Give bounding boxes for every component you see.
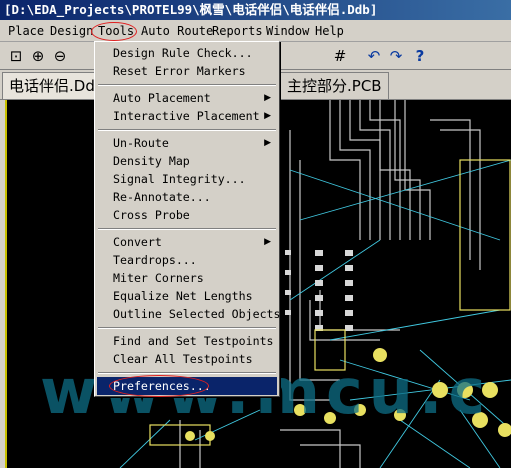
submenu-arrow-icon: ▶ [264, 93, 271, 103]
menu-item-label: Outline Selected Objects [113, 307, 281, 321]
menu-item-teardrops[interactable]: Teardrops... [97, 251, 277, 269]
menu-item-outline-selected-objects[interactable]: Outline Selected Objects [97, 305, 281, 323]
menu-item-label: Cross Probe [113, 208, 190, 222]
menu-item-density-map[interactable]: Density Map [97, 152, 277, 170]
menu-item-label: Un-Route [113, 136, 169, 150]
menu-separator [98, 84, 276, 86]
menu-place[interactable]: Place [8, 20, 44, 42]
menu-item-label: Interactive Placement [113, 109, 260, 123]
redo-icon[interactable]: ↷ [386, 46, 406, 66]
menu-item-label: Miter Corners [113, 271, 204, 285]
menu-reports[interactable]: Reports [212, 20, 263, 42]
menu-bar: Place Design Tools Auto Route Reports Wi… [0, 20, 511, 42]
menu-item-re-annotate[interactable]: Re-Annotate... [97, 188, 277, 206]
menu-item-interactive-placement[interactable]: Interactive Placement ▶ [97, 107, 277, 125]
menu-item-label: Density Map [113, 154, 190, 168]
menu-auto-route[interactable]: Auto Route [141, 20, 213, 42]
menu-separator [98, 228, 276, 230]
menu-item-reset-error-markers[interactable]: Reset Error Markers [97, 62, 277, 80]
menu-item-auto-placement[interactable]: Auto Placement ▶ [97, 89, 277, 107]
menu-separator [98, 129, 276, 131]
menu-item-signal-integrity[interactable]: Signal Integrity... [97, 170, 277, 188]
menu-item-cross-probe[interactable]: Cross Probe [97, 206, 277, 224]
tools-highlight-ellipse [91, 22, 137, 41]
grid-icon[interactable]: # [330, 46, 350, 66]
menu-help[interactable]: Help [315, 20, 344, 42]
menu-item-clear-all-testpoints[interactable]: Clear All Testpoints [97, 350, 277, 368]
pcb-ic-pins [285, 250, 353, 331]
menu-item-label: Design Rule Check... [113, 46, 253, 60]
zoom-fit-icon[interactable]: ⊡ [6, 46, 26, 66]
menu-item-label: Auto Placement [113, 91, 211, 105]
window-title: [D:\EDA_Projects\PROTEL99\枫雪\电话伴侣\电话伴侣.D… [0, 0, 511, 20]
menu-item-convert[interactable]: Convert ▶ [97, 233, 277, 251]
help-icon[interactable]: ? [410, 46, 430, 66]
menu-item-equalize-net-lengths[interactable]: Equalize Net Lengths [97, 287, 277, 305]
menu-item-label: Convert [113, 235, 162, 249]
zoom-in-icon[interactable]: ⊕ [28, 46, 48, 66]
menu-separator [98, 327, 276, 329]
submenu-arrow-icon: ▶ [264, 237, 271, 247]
menu-item-design-rule-check[interactable]: Design Rule Check... [97, 44, 277, 62]
preferences-highlight-ellipse [109, 375, 209, 397]
menu-item-label: Signal Integrity... [113, 172, 246, 186]
tools-menu: Design Rule Check... Reset Error Markers… [94, 41, 281, 397]
menu-item-label: Find and Set Testpoints [113, 334, 274, 348]
submenu-arrow-icon: ▶ [264, 138, 271, 148]
menu-item-label: Equalize Net Lengths [113, 289, 253, 303]
menu-item-miter-corners[interactable]: Miter Corners [97, 269, 277, 287]
tab-pcb[interactable]: 主控部分.PCB [280, 72, 389, 99]
undo-icon[interactable]: ↶ [364, 46, 384, 66]
menu-window[interactable]: Window [266, 20, 309, 42]
menu-item-label: Re-Annotate... [113, 190, 211, 204]
menu-item-find-and-set-testpoints[interactable]: Find and Set Testpoints [97, 332, 277, 350]
menu-item-label: Clear All Testpoints [113, 352, 253, 366]
menu-item-label: Reset Error Markers [113, 64, 246, 78]
menu-design[interactable]: Design [50, 20, 93, 42]
menu-item-un-route[interactable]: Un-Route ▶ [97, 134, 277, 152]
submenu-arrow-icon: ▶ [264, 111, 271, 121]
zoom-out-icon[interactable]: ⊖ [50, 46, 70, 66]
menu-item-label: Teardrops... [113, 253, 197, 267]
menu-separator [98, 372, 276, 374]
